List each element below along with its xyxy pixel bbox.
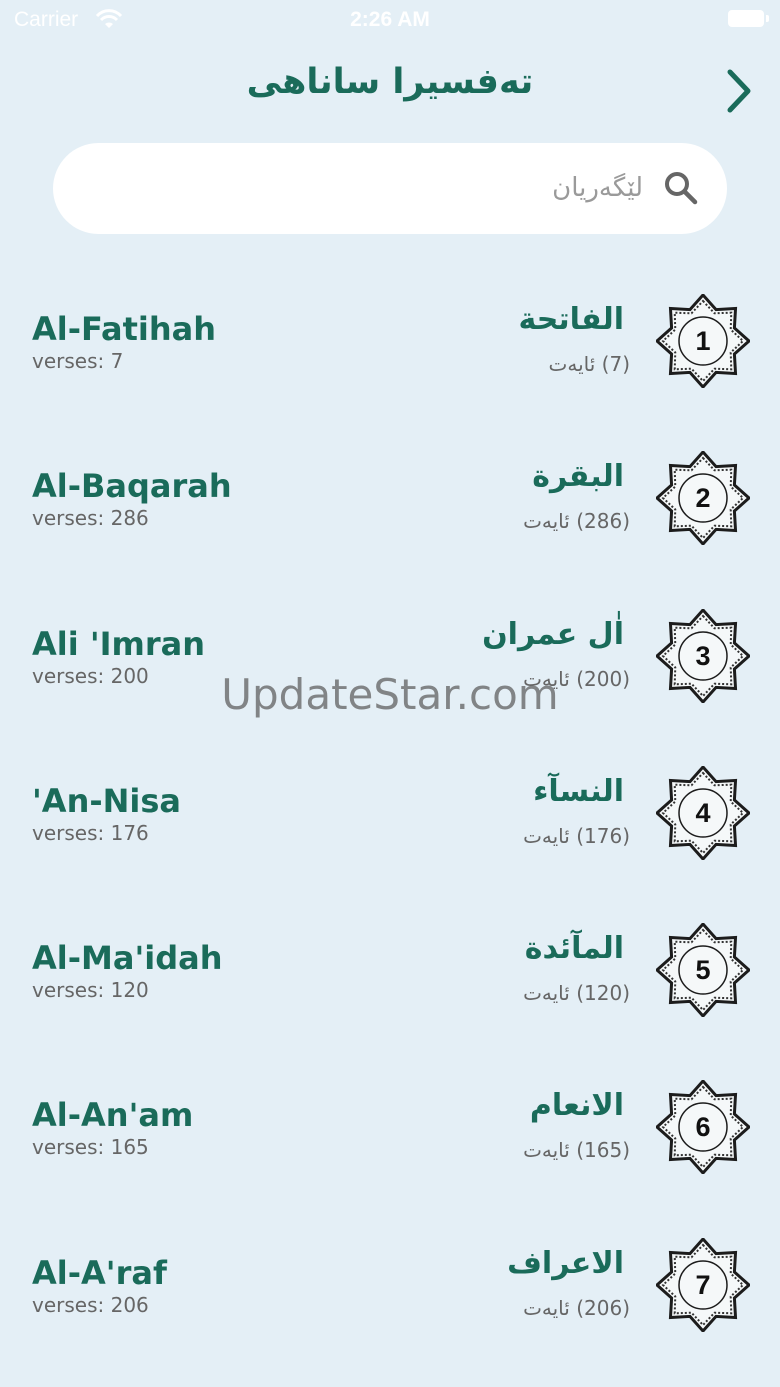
surah-english-name: 'An-Nisa (32, 781, 182, 820)
surah-row[interactable]: 1 الفاتحة (7) ئایەت Al-Fatihah verses: 7 (0, 262, 780, 419)
surah-ayat-count: (200) ئایەت (523, 666, 630, 691)
search-input[interactable] (123, 165, 643, 211)
status-bar: Carrier 2:26 AM (0, 0, 780, 40)
surah-ayat-count: (206) ئایەت (523, 1295, 630, 1320)
surah-number-badge: 2 (656, 451, 750, 546)
surah-ayat-count: (165) ئایەت (523, 1138, 630, 1163)
surah-verses: verses: 286 (32, 506, 149, 531)
surah-verses: verses: 7 (32, 349, 124, 373)
surah-verses: verses: 165 (32, 1135, 149, 1160)
surah-number: 2 (695, 483, 711, 514)
surah-english-name: Al-Ma'idah (32, 939, 223, 978)
search-bar[interactable] (53, 143, 727, 234)
surah-verses: verses: 176 (32, 820, 149, 845)
surah-ayat-count: (176) ئایەت (523, 823, 630, 848)
back-button[interactable] (718, 66, 758, 116)
surah-english-name: Al-A'raf (32, 1253, 167, 1292)
surah-row[interactable]: 6 الانعام (165) ئایەت Al-An'am verses: 165 (0, 1048, 780, 1205)
surah-arabic-name: المآئدة (524, 931, 624, 967)
surah-number-badge: 4 (656, 765, 750, 860)
surah-number-badge: 1 (656, 294, 750, 388)
surah-row[interactable]: 2 البقرة (286) ئایەت Al-Baqarah verses: 286 (0, 419, 780, 576)
surah-english-name: Al-Baqarah (32, 467, 232, 506)
surah-list: 1 الفاتحة (7) ئایەت Al-Fatihah verses: 7 2 الب… (0, 262, 780, 1363)
surah-number-badge: 5 (656, 923, 750, 1018)
surah-verses: verses: 206 (32, 1292, 149, 1317)
surah-number: 5 (695, 955, 711, 986)
surah-number: 6 (695, 1112, 711, 1143)
page-title: تەفسیرا ساناهی (246, 62, 534, 102)
surah-row[interactable]: 4 النسآء (176) ئایەت 'An-Nisa verses: 176 (0, 734, 780, 891)
surah-ayat-count: (7) ئایەت (548, 352, 630, 376)
surah-arabic-name: الفاتحة (518, 302, 624, 337)
surah-number: 7 (695, 1269, 711, 1300)
battery-tip (766, 15, 769, 22)
surah-number-badge: 3 (656, 608, 750, 703)
surah-row[interactable]: 5 المآئدة (120) ئایەت Al-Ma'idah verses: 120 (0, 891, 780, 1048)
surah-arabic-name: البقرة (532, 459, 624, 495)
surah-ayat-count: (120) ئایەت (523, 981, 630, 1006)
search-icon (665, 172, 698, 205)
surah-arabic-name: اٰل عمران (482, 616, 624, 652)
surah-english-name: Al-An'am (32, 1096, 194, 1135)
surah-number-badge: 6 (656, 1080, 750, 1175)
surah-verses: verses: 120 (32, 978, 149, 1003)
surah-arabic-name: الاعراف (507, 1245, 624, 1281)
surah-english-name: Ali 'Imran (32, 624, 206, 663)
surah-row[interactable]: 3 اٰل عمران (200) ئایەت Ali 'Imran verses: 2… (0, 577, 780, 734)
surah-arabic-name: النسآء (533, 773, 624, 809)
surah-ayat-count: (286) ئایەت (523, 509, 630, 534)
surah-verses: verses: 200 (32, 663, 149, 688)
clock-label: 2:26 AM (350, 8, 430, 31)
surah-number: 4 (695, 797, 711, 828)
surah-arabic-name: الانعام (529, 1088, 624, 1124)
battery-icon (728, 10, 764, 27)
surah-english-name: Al-Fatihah (32, 310, 217, 348)
surah-number: 3 (695, 640, 711, 671)
chevron-right-icon (727, 69, 751, 113)
surah-row[interactable]: 7 الاعراف (206) ئایەت Al-A'raf verses: 206 (0, 1206, 780, 1363)
surah-number-badge: 7 (656, 1237, 750, 1332)
surah-number: 1 (695, 326, 711, 356)
